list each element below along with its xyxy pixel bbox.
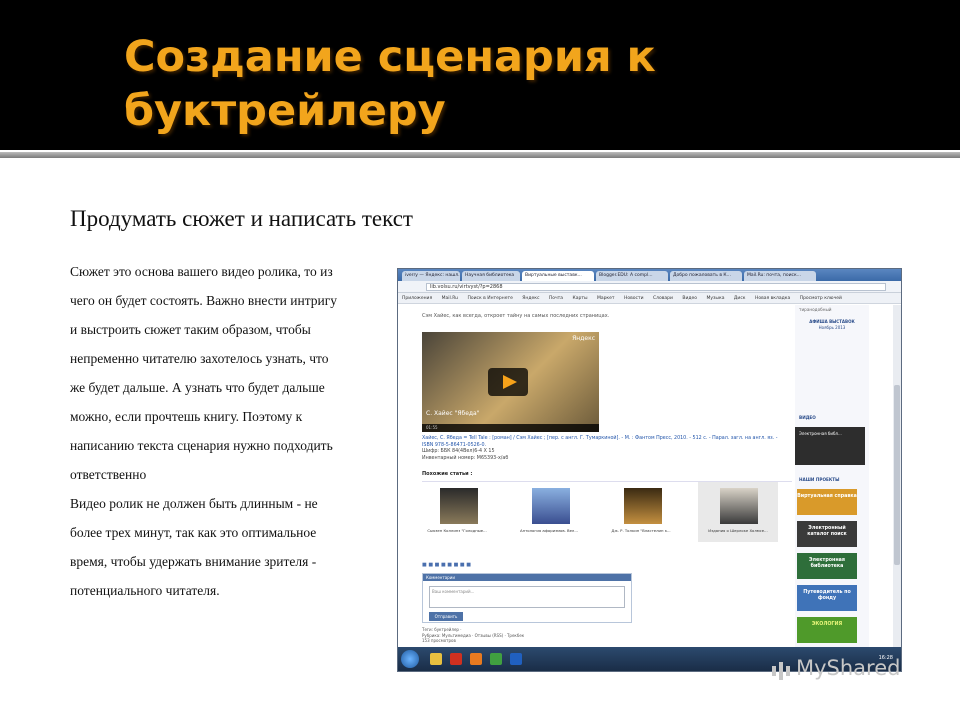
biblio-inventory: Инвентарный номер: М65393-х/аб	[422, 455, 509, 461]
browser-screenshot: iverry — Яндекс: нашл... Научная библиот…	[397, 268, 902, 672]
right-sidebar: тиранодобный АФИША ВЫСТАВОК Ноябрь 2013 …	[795, 305, 869, 649]
tab-welcome[interactable]: Добро пожаловать в К...	[670, 271, 742, 281]
bookmark-item[interactable]: Почта	[549, 296, 563, 301]
similar-articles-title: Похожие статьи :	[422, 471, 473, 477]
project-guide[interactable]: Путеводитель по фонду	[797, 585, 857, 611]
bookmark-item[interactable]: Поиск в Интернете	[467, 296, 512, 301]
comment-form: Комментарии Ваш комментарий... Отправить	[422, 573, 632, 623]
project-e-library[interactable]: Электронная библиотека	[797, 553, 857, 579]
bookmark-item[interactable]: Новости	[624, 296, 644, 301]
title-bar: Создание сценария к буктрейлеру	[0, 0, 960, 158]
book-cover-image	[720, 488, 758, 524]
post-tags: Теги: буктрейлер · Рубрика: Мультимедиа …	[422, 627, 524, 644]
send-button[interactable]: Отправить	[429, 612, 463, 621]
lead-text: Сэм Хайес, как всегда, откроет тайну на …	[422, 313, 610, 319]
project-ecology[interactable]: ЭКОЛОГИЯ	[797, 617, 857, 643]
tab-yandex[interactable]: iverry — Яндекс: нашл...	[402, 271, 460, 281]
myshared-watermark: MyShared	[796, 656, 901, 680]
sidebar-video-title: Электронная библ...	[799, 431, 842, 436]
comment-header: Комментарии	[423, 574, 631, 581]
myshared-logo-icon	[772, 662, 790, 680]
firefox-icon[interactable]	[470, 653, 482, 665]
bookmark-item[interactable]: Яндекс	[522, 296, 539, 301]
sidebar-video[interactable]: Электронная библ...	[795, 427, 865, 465]
project-virtual-reference[interactable]: Виртуальная справка	[797, 489, 857, 515]
video-section-label: ВИДЕО	[799, 415, 816, 420]
play-icon[interactable]	[488, 368, 528, 396]
views-count: 153 просмотров	[422, 638, 456, 643]
bibliographic-record: Хайес, С. Ябеда = Tell Tale : [роман] / …	[422, 436, 782, 462]
similar-article[interactable]: Издания о Шерлоке Холмсе...	[698, 482, 778, 542]
body-text: Сюжет это основа вашего видео ролика, то…	[70, 257, 345, 605]
opera-icon[interactable]	[450, 653, 462, 665]
bookmark-item[interactable]: Словари	[653, 296, 673, 301]
paragraph-plot: Сюжет это основа вашего видео ролика, то…	[70, 264, 338, 482]
bookmark-item[interactable]: Новая вкладка	[755, 296, 790, 301]
page-content: Сэм Хайес, как всегда, откроет тайну на …	[418, 305, 793, 649]
bookmark-item[interactable]: Музыка	[706, 296, 724, 301]
windows-start-icon[interactable]	[401, 650, 419, 668]
similar-articles: Сьюзен Коллинз "Голодные... Антология аф…	[422, 481, 792, 543]
video-timebar[interactable]: 01:55	[422, 424, 599, 432]
poster-subheading: Ноябрь 2013	[818, 325, 846, 330]
social-share-icons[interactable]: ■ ■ ■ ■ ■ ■ ■ ■	[422, 562, 471, 568]
similar-article-title: Сьюзен Коллинз "Голодные...	[427, 528, 487, 533]
project-e-catalog[interactable]: Электронный каталог поиск	[797, 521, 857, 547]
sidebar-top-link[interactable]: тиранодобный	[799, 307, 832, 312]
similar-article-title: Дж. Р. Толкин "Властелин к...	[611, 528, 671, 533]
book-cover-image	[440, 488, 478, 524]
chrome-icon[interactable]	[490, 653, 502, 665]
video-player[interactable]: Яндекс С. Хайес "Ябеда" 01:55	[422, 332, 599, 432]
word-icon[interactable]	[510, 653, 522, 665]
video-brand: Яндекс	[572, 335, 595, 342]
bookmark-item[interactable]: Диск	[734, 296, 746, 301]
tab-blogger[interactable]: Blogger.EDU: A compl...	[596, 271, 668, 281]
tab-virtual-exhibitions[interactable]: Виртуальные выставк...	[522, 271, 594, 281]
biblio-link[interactable]: Хайес, С. Ябеда = Tell Tale : [роман] / …	[422, 436, 782, 449]
explorer-icon[interactable]	[430, 653, 442, 665]
bookmark-item[interactable]: Mail.Ru	[442, 296, 458, 301]
bookmarks-bar: Приложения Mail.Ru Поиск в Интернете Янд…	[398, 293, 901, 304]
comment-input[interactable]: Ваш комментарий...	[429, 586, 625, 608]
bookmark-item[interactable]: Карты	[573, 296, 588, 301]
bookmark-item[interactable]: Приложения	[402, 296, 432, 301]
bookmark-item[interactable]: Просмотр ключей	[800, 296, 842, 301]
page-scrollbar[interactable]	[893, 305, 901, 649]
url-field[interactable]: lib.volsu.ru/virtvyst/?p=2868	[426, 283, 886, 291]
tab-strip: iverry — Яндекс: нашл... Научная библиот…	[398, 269, 901, 281]
book-cover-image	[532, 488, 570, 524]
tab-library[interactable]: Научная библиотека	[462, 271, 520, 281]
similar-article[interactable]: Антология афоризмов. Вел...	[514, 482, 584, 542]
slide-title: Создание сценария к буктрейлеру	[124, 32, 656, 136]
poster-heading[interactable]: АФИША ВЫСТАВОК	[795, 319, 869, 324]
address-bar: lib.volsu.ru/virtvyst/?p=2868	[398, 281, 901, 293]
similar-article-title: Издания о Шерлоке Холмсе...	[708, 528, 768, 533]
tab-mailru[interactable]: Mail.Ru: почта, поиск...	[744, 271, 816, 281]
similar-article[interactable]: Сьюзен Коллинз "Голодные...	[422, 482, 492, 542]
slide-subtitle: Продумать сюжет и написать текст	[70, 206, 413, 231]
video-caption: С. Хайес "Ябеда"	[426, 410, 480, 417]
projects-label: НАШИ ПРОЕКТЫ	[799, 477, 840, 482]
similar-article-title: Антология афоризмов. Вел...	[520, 528, 578, 533]
paragraph-length: Видео ролик не должен быть длинным - не …	[70, 496, 318, 598]
bookmark-item[interactable]: Маркет	[597, 296, 615, 301]
similar-article[interactable]: Дж. Р. Толкин "Властелин к...	[606, 482, 676, 542]
bookmark-item[interactable]: Видео	[682, 296, 697, 301]
book-cover-image	[624, 488, 662, 524]
